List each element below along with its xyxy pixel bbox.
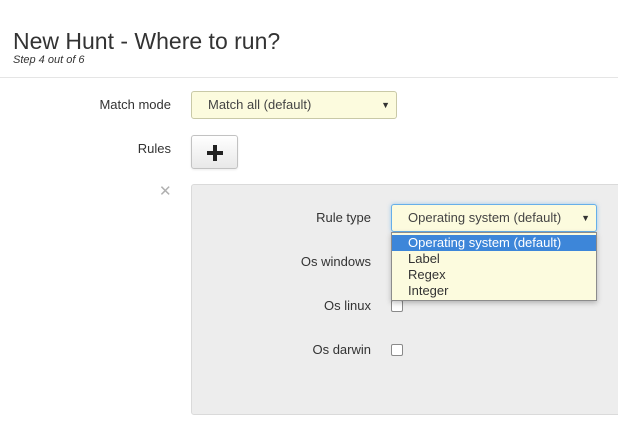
match-mode-label: Match mode — [99, 97, 171, 112]
rule-type-option[interactable]: Label — [392, 251, 596, 267]
rule-type-option[interactable]: Integer — [392, 283, 596, 299]
rule-type-dropdown: Operating system (default) Label Regex I… — [391, 232, 597, 301]
os-linux-label: Os linux — [324, 298, 371, 313]
rule-type-value: Operating system (default) — [408, 210, 562, 225]
rule-type-option[interactable]: Regex — [392, 267, 596, 283]
chevron-down-icon: ▼ — [581, 213, 590, 223]
add-rule-button[interactable] — [191, 135, 238, 169]
rules-label: Rules — [137, 141, 171, 156]
rule-type-option[interactable]: Operating system (default) — [392, 235, 596, 251]
step-indicator: Step 4 out of 6 — [13, 54, 85, 66]
remove-rule-icon[interactable]: ✕ — [159, 184, 172, 200]
rule-type-label: Rule type — [316, 210, 371, 225]
page-header: New Hunt - Where to run? Step 4 out of 6 — [0, 0, 618, 78]
os-linux-checkbox[interactable] — [391, 300, 403, 312]
os-darwin-checkbox[interactable] — [391, 344, 403, 356]
os-darwin-label: Os darwin — [312, 342, 371, 357]
page-title: New Hunt - Where to run? — [13, 28, 281, 54]
chevron-down-icon: ▼ — [381, 100, 390, 110]
match-mode-value: Match all (default) — [208, 97, 312, 112]
match-mode-select[interactable]: Match all (default) ▼ — [191, 91, 397, 119]
os-windows-label: Os windows — [300, 254, 371, 269]
rule-type-select[interactable]: Operating system (default) ▼ — [391, 204, 597, 232]
